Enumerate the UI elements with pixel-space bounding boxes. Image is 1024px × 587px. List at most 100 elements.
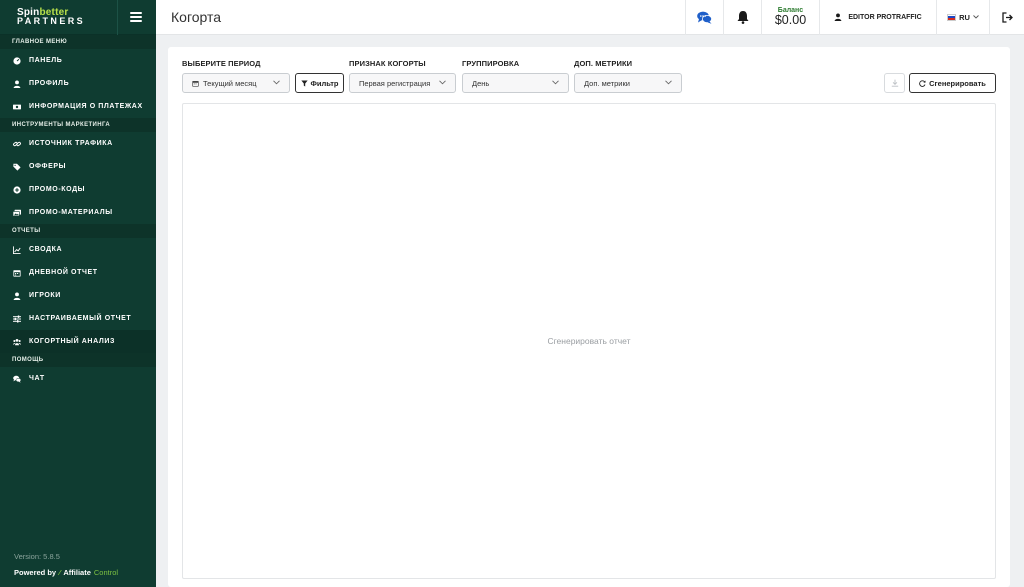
- chat-button[interactable]: [685, 0, 723, 35]
- sidebar-item-label: ДНЕВНОЙ ОТЧЕТ: [29, 269, 98, 276]
- chart-icon: [12, 245, 21, 254]
- logo[interactable]: Spinbetter PARTNERS: [17, 8, 85, 26]
- sidebar-section-help: ПОМОЩЬ: [0, 353, 156, 367]
- generate-button[interactable]: Сгенерировать: [909, 73, 996, 93]
- user-icon: [834, 13, 842, 21]
- logout-icon: [1001, 11, 1013, 23]
- empty-report-text: Сгенерировать отчет: [547, 336, 631, 346]
- cohort-value: Первая регистрация: [359, 78, 431, 88]
- user-menu[interactable]: EDITOR PROTRAFFIC: [819, 0, 936, 35]
- grouping-select[interactable]: День: [462, 73, 569, 93]
- sidebar-item-label: ПРОМО-КОДЫ: [29, 186, 86, 193]
- russia-flag-icon: [947, 13, 957, 21]
- filter-icon: [300, 80, 308, 86]
- calendar-icon: [12, 268, 21, 277]
- sidebar-section-marketing: ИНСТРУМЕНТЫ МАРКЕТИНГА: [0, 118, 156, 132]
- sidebar-item-label: ИСТОЧНИК ТРАФИКА: [29, 140, 113, 147]
- cohort-label: ПРИЗНАК КОГОРТЫ: [349, 59, 426, 68]
- powered-brand-affiliate: Affiliate: [63, 568, 91, 577]
- sidebar-item-offers[interactable]: ОФФЕРЫ: [0, 155, 156, 178]
- sidebar-item-label: ЧАТ: [29, 375, 45, 382]
- sidebar-item-players[interactable]: ИГРОКИ: [0, 284, 156, 307]
- menu-toggle-icon[interactable]: [130, 12, 142, 22]
- page-title: Когорта: [171, 9, 222, 25]
- sidebar-item-label: ИНФОРМАЦИЯ О ПЛАТЕЖАХ: [29, 103, 143, 110]
- tags-icon: [12, 162, 21, 171]
- sidebar-item-chat[interactable]: ЧАТ: [0, 367, 156, 390]
- sidebar-item-daily-report[interactable]: ДНЕВНОЙ ОТЧЕТ: [0, 261, 156, 284]
- period-value: Текущий месяц: [203, 78, 257, 88]
- filter-button-label: Фильтр: [310, 78, 339, 88]
- powered-by: Powered by ⁄ Affiliate Control: [14, 568, 118, 577]
- brand-bar: Spinbetter PARTNERS: [0, 0, 156, 35]
- chevron-down-icon: [665, 80, 672, 85]
- cohort-select[interactable]: Первая регистрация: [349, 73, 456, 93]
- generate-button-label: Сгенерировать: [929, 78, 986, 88]
- filter-button[interactable]: Фильтр: [295, 73, 344, 93]
- sidebar-item-profile[interactable]: ПРОФИЛЬ: [0, 72, 156, 95]
- notifications-button[interactable]: [723, 0, 761, 35]
- sidebar-footer: Version: 5.8.5 Powered by ⁄ Affiliate Con…: [14, 552, 118, 577]
- language-selector[interactable]: RU: [936, 0, 989, 35]
- chevron-down-icon: [552, 80, 559, 85]
- sidebar-item-payments[interactable]: ИНФОРМАЦИЯ О ПЛАТЕЖАХ: [0, 95, 156, 118]
- sidebar-item-dashboard[interactable]: ПАНЕЛЬ: [0, 49, 156, 72]
- grouping-value: День: [472, 78, 490, 88]
- sidebar-item-label: ИГРОКИ: [29, 292, 61, 299]
- powered-brand-control: Control: [93, 568, 119, 577]
- bell-icon: [737, 11, 748, 24]
- sidebar-item-label: КОГОРТНЫЙ АНАЛИЗ: [29, 338, 115, 345]
- dashboard-icon: [12, 56, 21, 65]
- divider: [117, 0, 118, 35]
- sidebar-item-summary[interactable]: СВОДКА: [0, 238, 156, 261]
- chat-icon: [697, 11, 712, 24]
- sidebar-item-label: ПРОМО-МАТЕРИАЛЫ: [29, 209, 113, 216]
- affiliate-control-logo-icon: ⁄: [59, 568, 61, 577]
- link-icon: [12, 139, 21, 148]
- chevron-down-icon: [973, 15, 979, 19]
- sidebar-item-label: СВОДКА: [29, 246, 63, 253]
- period-select[interactable]: Текущий месяц: [182, 73, 290, 93]
- sidebar: Spinbetter PARTNERS ГЛАВНОЕ МЕНЮ ПАНЕЛЬ …: [0, 0, 156, 587]
- balance-value: $0.00: [774, 13, 807, 27]
- sidebar-item-label: ПАНЕЛЬ: [29, 57, 63, 64]
- powered-by-label: Powered by: [14, 568, 57, 577]
- metrics-label: ДОП. МЕТРИКИ: [574, 59, 633, 68]
- sidebar-item-label: ОФФЕРЫ: [29, 163, 67, 170]
- user-name: EDITOR PROTRAFFIC: [848, 13, 922, 21]
- version-text: Version: 5.8.5: [14, 552, 60, 561]
- plus-circle-icon: [12, 185, 21, 194]
- balance: Баланс $0.00: [761, 0, 819, 35]
- refresh-icon: [919, 79, 926, 87]
- user-icon: [12, 291, 21, 300]
- metrics-select[interactable]: Доп. метрики: [574, 73, 682, 93]
- cohort-card: ВЫБЕРИТЕ ПЕРИОД Текущий месяц Фильтр ПРИ…: [168, 47, 1010, 587]
- sidebar-item-label: ПРОФИЛЬ: [29, 80, 70, 87]
- sidebar-section-reports: ОТЧЕТЫ: [0, 224, 156, 238]
- sidebar-item-cohort-analysis[interactable]: КОГОРТНЫЙ АНАЛИЗ: [0, 330, 156, 353]
- sliders-icon: [12, 314, 21, 323]
- language-code: RU: [959, 12, 970, 22]
- report-area: Сгенерировать отчет: [182, 103, 996, 579]
- logout-button[interactable]: [989, 0, 1024, 35]
- money-icon: [12, 102, 21, 111]
- download-icon: [891, 79, 898, 87]
- sidebar-item-promo-materials[interactable]: ПРОМО-МАТЕРИАЛЫ: [0, 201, 156, 224]
- sidebar-item-promo-codes[interactable]: ПРОМО-КОДЫ: [0, 178, 156, 201]
- chevron-down-icon: [439, 80, 446, 85]
- images-icon: [12, 208, 21, 217]
- comments-icon: [12, 374, 21, 383]
- calendar-icon: [192, 80, 199, 87]
- chevron-down-icon: [273, 80, 280, 85]
- metrics-value: Доп. метрики: [584, 78, 630, 88]
- sidebar-item-label: НАСТРАИВАЕМЫЙ ОТЧЕТ: [29, 315, 132, 322]
- top-header: Когорта Баланс $0.00 EDITOR PROTRAFFIC R…: [156, 0, 1024, 35]
- period-label: ВЫБЕРИТЕ ПЕРИОД: [182, 59, 261, 68]
- user-icon: [12, 79, 21, 88]
- sidebar-section-main: ГЛАВНОЕ МЕНЮ: [0, 35, 156, 49]
- logo-partners: PARTNERS: [17, 16, 86, 26]
- sidebar-item-custom-report[interactable]: НАСТРАИВАЕМЫЙ ОТЧЕТ: [0, 307, 156, 330]
- sidebar-item-traffic-source[interactable]: ИСТОЧНИК ТРАФИКА: [0, 132, 156, 155]
- grouping-label: ГРУППИРОВКА: [462, 59, 520, 68]
- download-button[interactable]: [884, 73, 905, 93]
